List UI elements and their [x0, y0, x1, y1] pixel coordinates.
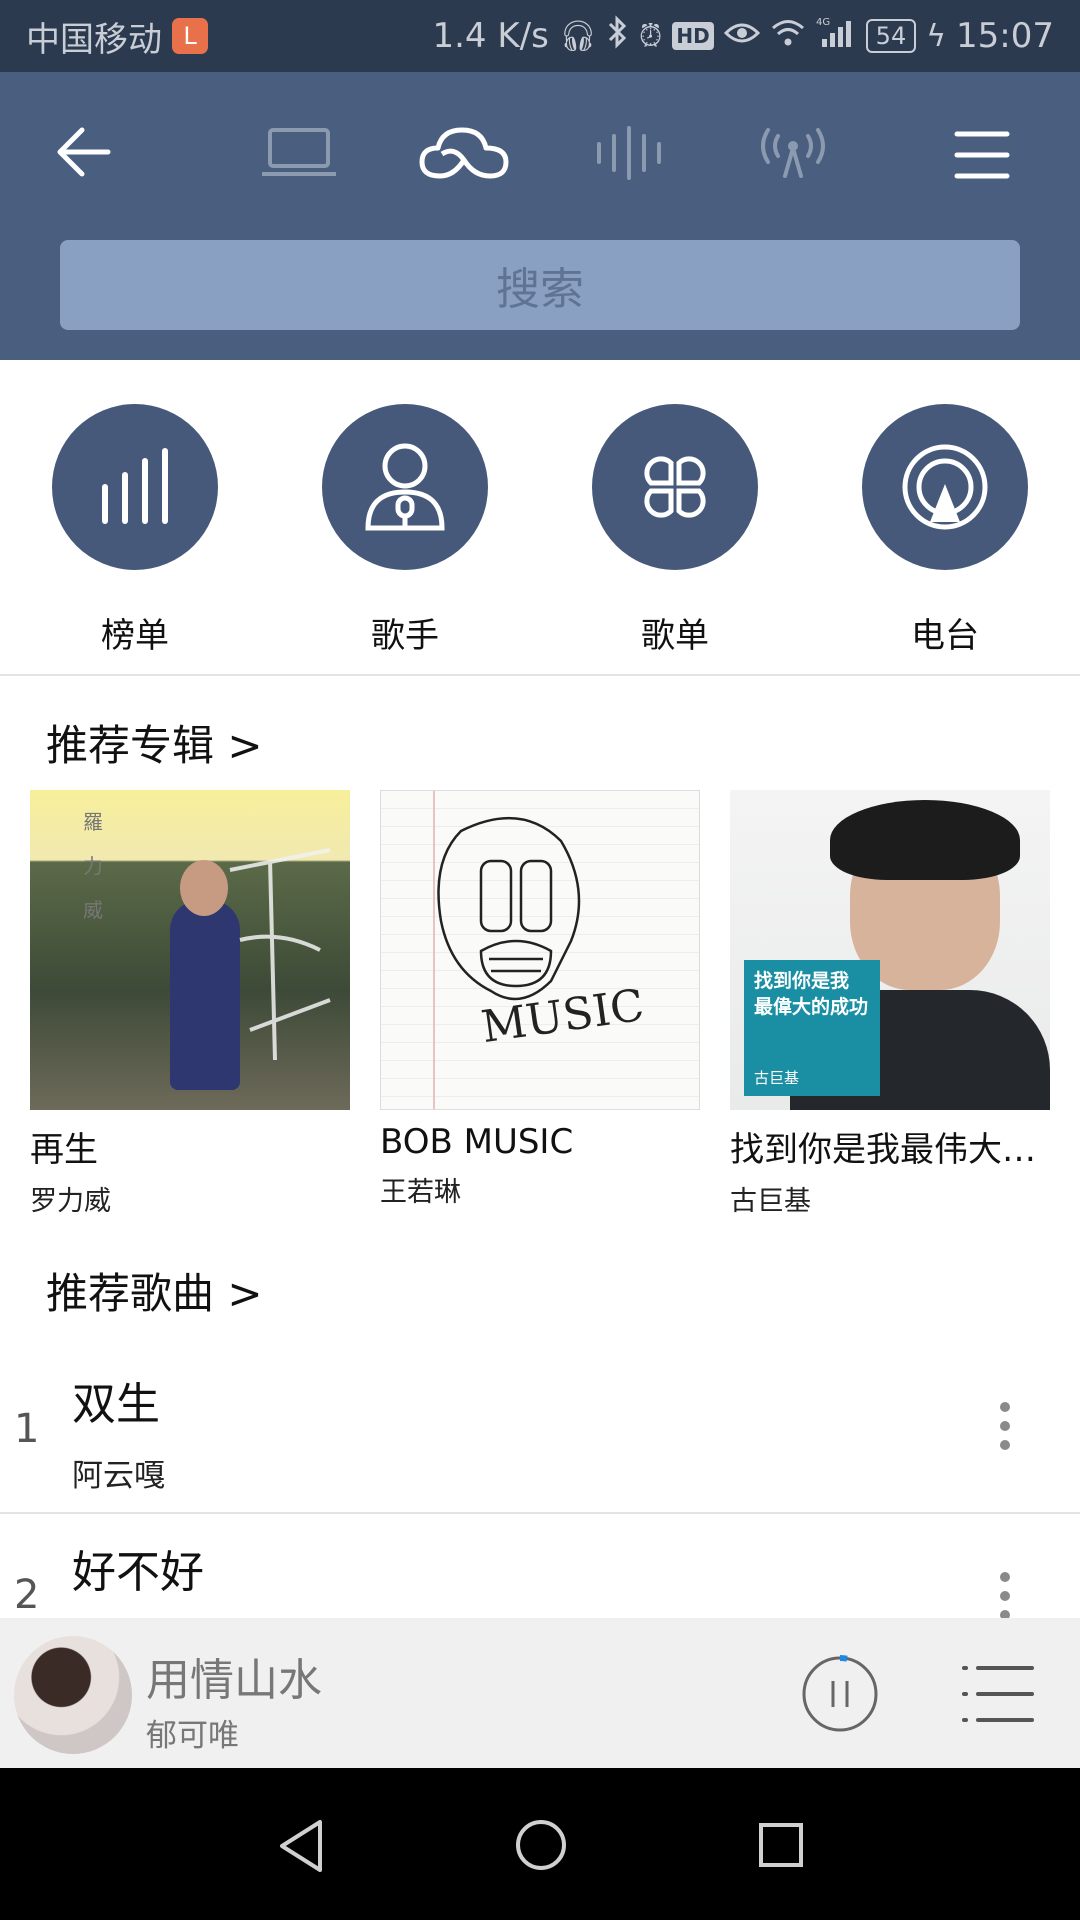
- song-title: 好不好: [72, 1547, 204, 1598]
- progress-arc: [839, 1655, 848, 1662]
- battery-icon: 54: [865, 19, 917, 53]
- hd-icon: HD: [672, 22, 714, 50]
- category-label: 歌手: [371, 616, 439, 656]
- category-label: 电台: [911, 616, 979, 656]
- search-placeholder: 搜索: [496, 264, 584, 315]
- album-card[interactable]: 找到你是我 最偉大的成功 古巨基 找到你是我最伟大… 古巨基: [730, 790, 1050, 1218]
- carrier: 中国移动 L: [26, 12, 208, 61]
- carrier-name: 中国移动: [26, 19, 162, 60]
- album-title: 再生: [30, 1130, 98, 1170]
- album-cover-text: 羅 力 威: [83, 810, 103, 922]
- system-home-icon[interactable]: [514, 1818, 568, 1876]
- song-row[interactable]: 2 好不好: [0, 1514, 1080, 1618]
- song-rank: 2: [14, 1572, 40, 1618]
- album-cover-image: 找到你是我 最偉大的成功 古巨基: [730, 790, 1050, 1110]
- category-radio[interactable]: 电台: [862, 404, 1028, 657]
- tab-laptop-icon[interactable]: [260, 126, 338, 182]
- bluetooth-icon: [607, 15, 629, 57]
- album-cover-image: MUSIC: [380, 790, 700, 1110]
- headphones-icon: 🎧︎: [558, 18, 597, 54]
- eye-icon: [723, 19, 760, 54]
- album-artist: 罗力威: [30, 1186, 111, 1217]
- divider: [0, 674, 1080, 676]
- now-playing-title: 用情山水: [146, 1655, 322, 1706]
- recommended-albums-header[interactable]: 推荐专辑 >: [46, 712, 263, 773]
- album-title: 找到你是我最伟大…: [730, 1130, 1036, 1170]
- album-card[interactable]: MUSIC BOB MUSIC 王若琳: [380, 790, 700, 1209]
- album-card[interactable]: 羅 力 威 再生 罗力威: [30, 790, 350, 1218]
- system-recents-icon[interactable]: [758, 1822, 804, 1872]
- charging-icon: ϟ: [926, 18, 947, 54]
- song-row[interactable]: 1 双生 阿云嘎: [0, 1346, 1080, 1512]
- playlist-grid-icon: [592, 404, 758, 570]
- pause-button[interactable]: [800, 1654, 880, 1738]
- clock: 15:07: [956, 16, 1054, 56]
- radio-icon: [862, 404, 1028, 570]
- album-artist: 王若琳: [380, 1177, 461, 1208]
- tab-radio-antenna-icon[interactable]: [756, 124, 830, 184]
- playlist-queue-icon[interactable]: [960, 1662, 1036, 1730]
- net-speed: 1.4 K/s: [432, 16, 549, 56]
- now-playing-artist: 郁可唯: [146, 1718, 239, 1754]
- song-title: 双生: [72, 1379, 160, 1430]
- alarm-icon: ⏰︎: [638, 18, 663, 54]
- album-cover-text: 找到你是我 最偉大的成功: [754, 970, 869, 1018]
- tab-cloud-icon[interactable]: [416, 124, 512, 188]
- recommended-songs-header[interactable]: 推荐歌曲 >: [46, 1260, 263, 1321]
- album-title-box: 找到你是我 最偉大的成功 古巨基: [744, 960, 880, 1096]
- back-arrow-icon[interactable]: [52, 122, 116, 186]
- network-type: 4G: [816, 17, 830, 28]
- album-artist: 古巨基: [730, 1186, 811, 1217]
- song-rank: 1: [14, 1406, 40, 1452]
- signal-icon: 4G: [816, 15, 856, 57]
- now-playing-artwork[interactable]: [14, 1636, 132, 1754]
- chart-bars-icon: [52, 404, 218, 570]
- tab-waveform-icon[interactable]: [594, 126, 664, 184]
- category-charts[interactable]: 榜单: [52, 404, 218, 657]
- artist-hair: [830, 800, 1020, 880]
- category-label: 歌单: [641, 616, 709, 656]
- singer-icon: [322, 404, 488, 570]
- menu-icon[interactable]: [954, 130, 1010, 184]
- search-input[interactable]: 搜索: [60, 240, 1020, 330]
- status-icons: 1.4 K/s 🎧︎ ⏰︎ HD 4G 54 ϟ 15:07: [432, 15, 1054, 57]
- status-bar: 中国移动 L 1.4 K/s 🎧︎ ⏰︎ HD 4G 54 ϟ 15:07: [0, 0, 1080, 72]
- category-singers[interactable]: 歌手: [322, 404, 488, 657]
- song-artist: 阿云嘎: [72, 1458, 165, 1494]
- system-navigation-bar: [0, 1768, 1080, 1920]
- album-cover-subtext: 古巨基: [754, 1069, 800, 1087]
- header: 搜索: [0, 72, 1080, 360]
- carrier-badge-icon: L: [172, 18, 208, 54]
- category-playlists[interactable]: 歌单: [592, 404, 758, 657]
- wifi-icon: [770, 17, 806, 55]
- now-playing-bar[interactable]: 用情山水 郁可唯: [0, 1618, 1080, 1768]
- more-options-icon[interactable]: [995, 1572, 1015, 1618]
- more-options-icon[interactable]: [995, 1402, 1015, 1458]
- album-title: BOB MUSIC: [380, 1122, 574, 1162]
- system-back-icon[interactable]: [276, 1818, 326, 1878]
- album-cover-image: 羅 力 威: [30, 790, 350, 1110]
- album-calligraphy: [229, 848, 331, 1061]
- category-label: 榜单: [101, 616, 169, 656]
